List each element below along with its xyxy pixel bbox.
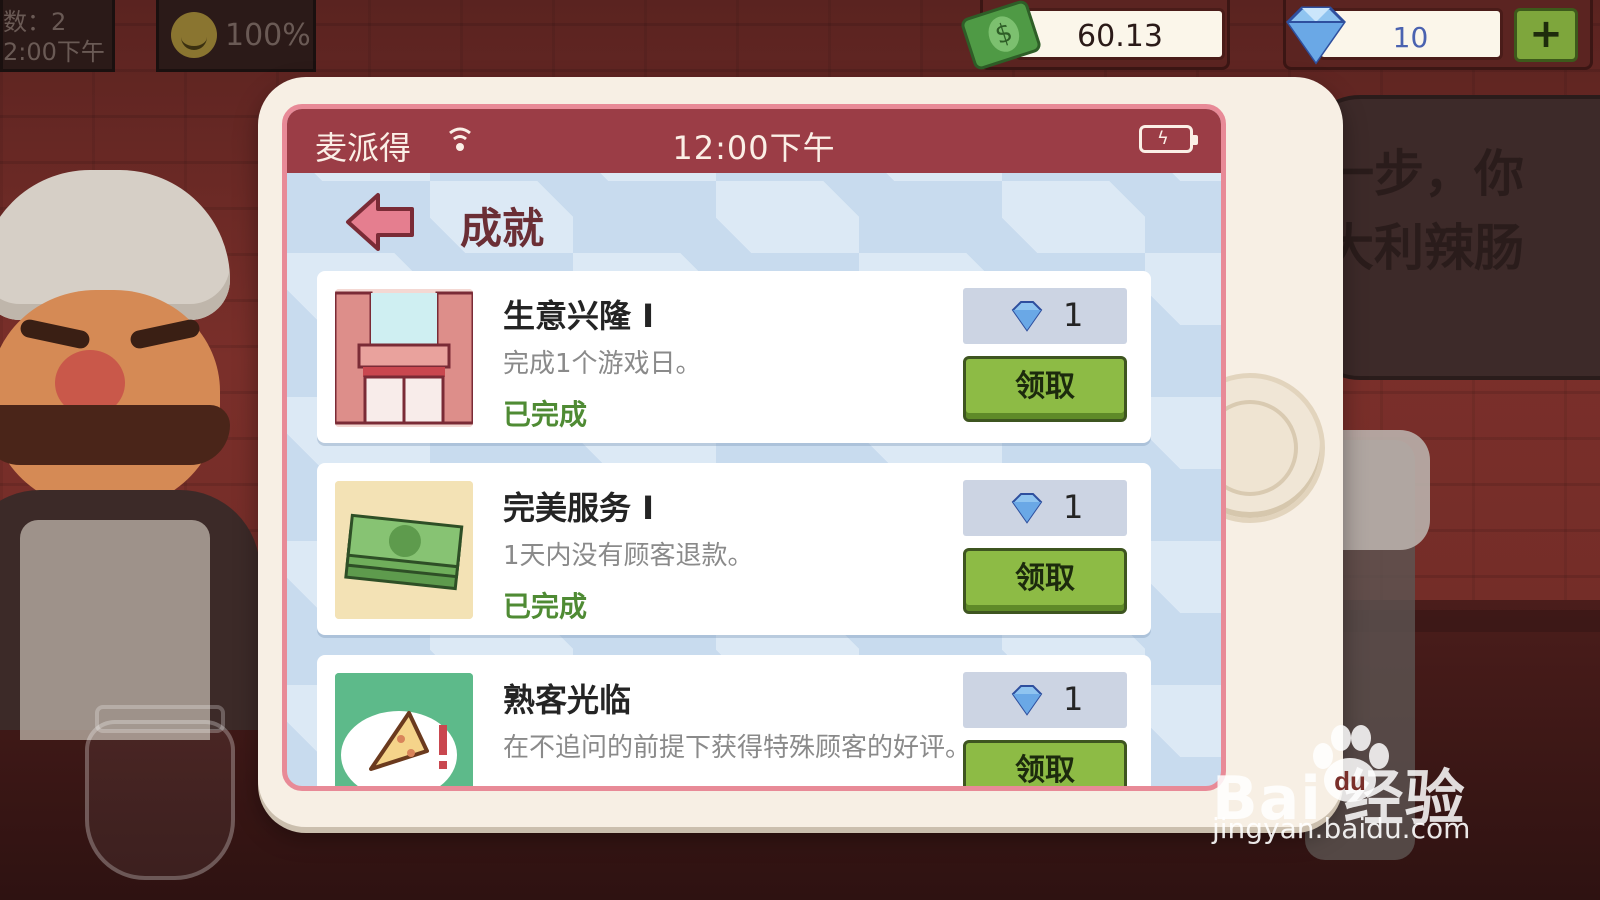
mood-percent: 100%: [225, 18, 311, 53]
cash-stack-icon: [335, 481, 473, 619]
achievement-card: 生意兴隆 I 完成1个游戏日。 已完成 1 领取: [317, 271, 1151, 443]
achievement-description: 在不追问的前提下获得特殊顾客的好评。: [503, 733, 972, 763]
speech-bubble: 一步，你 大利辣肠: [1300, 95, 1600, 380]
page-title: 成就: [460, 204, 545, 253]
day-panel: 数：2 2:00下午: [0, 0, 115, 72]
claim-button[interactable]: 领取: [963, 356, 1127, 422]
reward-amount: 1: [1063, 296, 1084, 334]
claim-button[interactable]: 领取: [963, 740, 1127, 786]
achievement-card: 完美服务 I 1天内没有顾客退款。 已完成 1 领取: [317, 463, 1151, 635]
status-clock: 12:00下午: [672, 129, 836, 167]
battery-charging-icon: ϟ: [1139, 125, 1198, 153]
reward-amount: 1: [1063, 488, 1084, 526]
phone-screen: 麦派得 12:00下午 ϟ 成就 生意兴隆 I 完成1个游戏日。 已完成 1 领…: [282, 104, 1226, 791]
reward-box: 1: [963, 480, 1127, 536]
achievement-status: 已完成: [503, 590, 588, 623]
svg-text:du: du: [1334, 766, 1366, 796]
money-value: 60.13: [1077, 19, 1163, 54]
achievement-card: 熟客光临 在不追问的前提下获得特殊顾客的好评。 1 领取: [317, 655, 1151, 786]
chef-character: [0, 160, 260, 740]
phone-status-bar: 麦派得 12:00下午 ϟ: [287, 109, 1221, 173]
glass-jar: [85, 720, 235, 880]
reward-box: 1: [963, 288, 1127, 344]
claim-button[interactable]: 领取: [963, 548, 1127, 614]
diamond-icon: [1011, 685, 1043, 716]
baidu-watermark: Bai 经验 du jingyan.baidu.com: [1210, 720, 1590, 870]
diamond-icon: [1011, 493, 1043, 524]
back-arrow-icon[interactable]: [344, 189, 418, 255]
money-counter: 60.13: [1015, 8, 1225, 60]
mood-panel: 100%: [156, 0, 316, 72]
bolt-icon: ϟ: [1157, 128, 1169, 149]
chef-mustache: [0, 405, 230, 465]
diamond-icon: [1286, 6, 1346, 65]
pizza-slice-alert-icon: [335, 673, 473, 786]
smiley-face-icon: [171, 12, 217, 58]
achievement-status: 已完成: [503, 398, 588, 431]
paw-logo-icon: du: [1313, 725, 1389, 802]
reward-amount: 1: [1063, 680, 1084, 718]
achievement-title: 熟客光临: [503, 681, 632, 719]
game-clock: 2:00下午: [3, 38, 105, 66]
speech-text: 一步，你 大利辣肠: [1324, 145, 1524, 277]
add-gems-button[interactable]: +: [1514, 8, 1578, 62]
storefront-icon: [335, 289, 473, 427]
achievement-description: 1天内没有顾客退款。: [503, 541, 754, 571]
achievement-description: 完成1个游戏日。: [503, 349, 702, 379]
reward-box: 1: [963, 672, 1127, 728]
achievement-title: 完美服务 I: [503, 489, 655, 527]
achievement-title: 生意兴隆 I: [503, 297, 655, 335]
diamond-icon: [1011, 301, 1043, 332]
watermark-url: jingyan.baidu.com: [1212, 812, 1471, 845]
